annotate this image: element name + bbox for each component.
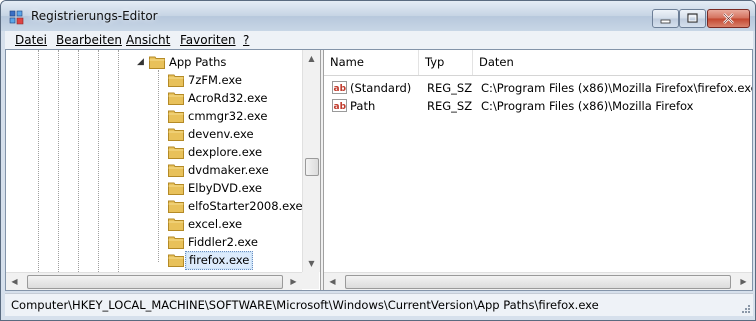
tree-item[interactable]: firefox.exe <box>6 251 302 270</box>
folder-icon <box>168 236 184 249</box>
maximize-icon <box>687 13 698 23</box>
folder-icon <box>168 110 184 123</box>
svg-text:ab: ab <box>334 102 347 112</box>
list-hscroll-thumb[interactable] <box>345 275 731 289</box>
folder-icon <box>168 128 184 141</box>
tree-item[interactable]: AcroRd32.exe <box>6 89 302 107</box>
tree-horizontal-scrollbar[interactable]: ◀ ▶ <box>6 272 302 290</box>
menu-bar: Datei Bearbeiten Ansicht Favoriten ? <box>5 31 753 49</box>
value-data: C:\Program Files (x86)\Mozilla Firefox\f… <box>481 81 752 95</box>
title-bar[interactable]: Registrierungs-Editor <box>1 1 755 31</box>
scroll-corner <box>302 272 319 289</box>
menu-ansicht[interactable]: Ansicht <box>126 33 170 47</box>
tree-item-label: excel.exe <box>188 217 243 231</box>
reg-sz-icon: ab <box>332 99 347 112</box>
maximize-button[interactable] <box>679 9 706 28</box>
window-title: Registrierungs-Editor <box>31 9 158 23</box>
value-data: C:\Program Files (x86)\Mozilla Firefox <box>481 99 694 113</box>
column-header-type[interactable]: Typ <box>419 50 473 75</box>
folder-icon <box>168 200 184 213</box>
tree-item[interactable]: cmmgr32.exe <box>6 107 302 125</box>
registry-editor-icon <box>9 10 24 25</box>
tree-item[interactable]: ElbyDVD.exe <box>6 179 302 197</box>
svg-text:ab: ab <box>334 84 347 94</box>
editor-panes: ◢ App Paths 7zFM.exe AcroRd32.exe cmmgr32.… <box>5 49 753 291</box>
tree-scroll-thumb[interactable] <box>305 158 319 176</box>
folder-icon <box>168 254 184 267</box>
menu-datei[interactable]: Datei <box>15 33 47 47</box>
registry-tree[interactable]: ◢ App Paths 7zFM.exe AcroRd32.exe cmmgr32.… <box>6 50 320 290</box>
list-horizontal-scrollbar[interactable]: ◀ ▶ <box>324 272 752 290</box>
value-type: REG_SZ <box>427 81 473 95</box>
tree-item-label: devenv.exe <box>188 127 254 141</box>
tree-item-label: AcroRd32.exe <box>188 91 268 105</box>
tree-item-label: ElbyDVD.exe <box>188 181 262 195</box>
tree-item-label: dexplore.exe <box>188 145 263 159</box>
value-row[interactable]: ab (Standard) REG_SZ C:\Program Files (x86)… <box>324 79 752 97</box>
values-list[interactable]: Name Typ Daten ab (Standard) REG_SZ C:\Prog… <box>324 50 752 290</box>
tree-item[interactable]: devenv.exe <box>6 125 302 143</box>
resize-grip-icon[interactable] <box>741 304 751 314</box>
scroll-left-arrow-icon[interactable]: ◀ <box>324 273 341 290</box>
folder-icon <box>149 56 165 69</box>
scroll-up-arrow-icon[interactable]: ▲ <box>303 50 320 67</box>
tree-item-label: cmmgr32.exe <box>188 109 268 123</box>
status-bar: Computer\HKEY_LOCAL_MACHINE\SOFTWARE\Mic… <box>5 293 753 316</box>
menu-bearbeiten[interactable]: Bearbeiten <box>56 33 122 47</box>
tree-item-label: dvdmaker.exe <box>188 163 269 177</box>
tree-item[interactable]: elfoStarter2008.exe <box>6 197 303 215</box>
tree-hscroll-thumb[interactable] <box>27 275 283 289</box>
tree-vertical-scrollbar[interactable]: ▲ ▼ <box>302 50 320 272</box>
folder-icon <box>168 74 184 87</box>
column-header-name[interactable]: Name <box>324 50 419 75</box>
tree-item[interactable]: excel.exe <box>6 215 302 233</box>
folder-icon <box>168 164 184 177</box>
tree-item-app-paths[interactable]: ◢ App Paths <box>6 53 302 71</box>
tree-item[interactable]: Fiddler2.exe <box>6 233 302 251</box>
folder-icon <box>168 182 184 195</box>
value-name: Path <box>350 99 376 113</box>
status-path: Computer\HKEY_LOCAL_MACHINE\SOFTWARE\Mic… <box>11 298 599 312</box>
reg-sz-icon: ab <box>332 81 347 94</box>
tree-item[interactable]: dexplore.exe <box>6 143 302 161</box>
minimize-icon <box>660 19 671 24</box>
scroll-right-arrow-icon[interactable]: ▶ <box>735 273 752 290</box>
folder-icon <box>168 146 184 159</box>
tree-item[interactable]: 7zFM.exe <box>6 71 302 89</box>
tree-item[interactable]: dvdmaker.exe <box>6 161 302 179</box>
collapse-arrow-icon[interactable]: ◢ <box>137 57 144 67</box>
tree-item-label: App Paths <box>169 55 227 69</box>
close-icon <box>723 13 734 24</box>
tree-item-label: 7zFM.exe <box>188 73 242 87</box>
menu-favoriten[interactable]: Favoriten <box>180 33 236 47</box>
value-name: (Standard) <box>350 81 412 95</box>
tree-item-label: elfoStarter2008.exe <box>188 199 303 213</box>
close-button[interactable] <box>707 9 750 28</box>
value-row[interactable]: ab Path REG_SZ C:\Program Files (x86)\Mozil… <box>324 97 752 115</box>
tree-item-label: firefox.exe <box>185 251 254 270</box>
scroll-left-arrow-icon[interactable]: ◀ <box>6 273 23 290</box>
minimize-button[interactable] <box>652 9 679 28</box>
value-type: REG_SZ <box>427 99 473 113</box>
registry-editor-window: Registrierungs-Editor Datei Bearbeiten A… <box>0 0 756 321</box>
scroll-down-arrow-icon[interactable]: ▼ <box>303 255 320 272</box>
menu-help[interactable]: ? <box>243 33 249 47</box>
tree-item-label: Fiddler2.exe <box>188 235 258 249</box>
folder-icon <box>168 92 184 105</box>
list-header: Name Typ Daten <box>324 50 752 76</box>
folder-icon <box>168 218 184 231</box>
scroll-right-arrow-icon[interactable]: ▶ <box>285 273 302 290</box>
column-header-data[interactable]: Daten <box>473 50 752 75</box>
